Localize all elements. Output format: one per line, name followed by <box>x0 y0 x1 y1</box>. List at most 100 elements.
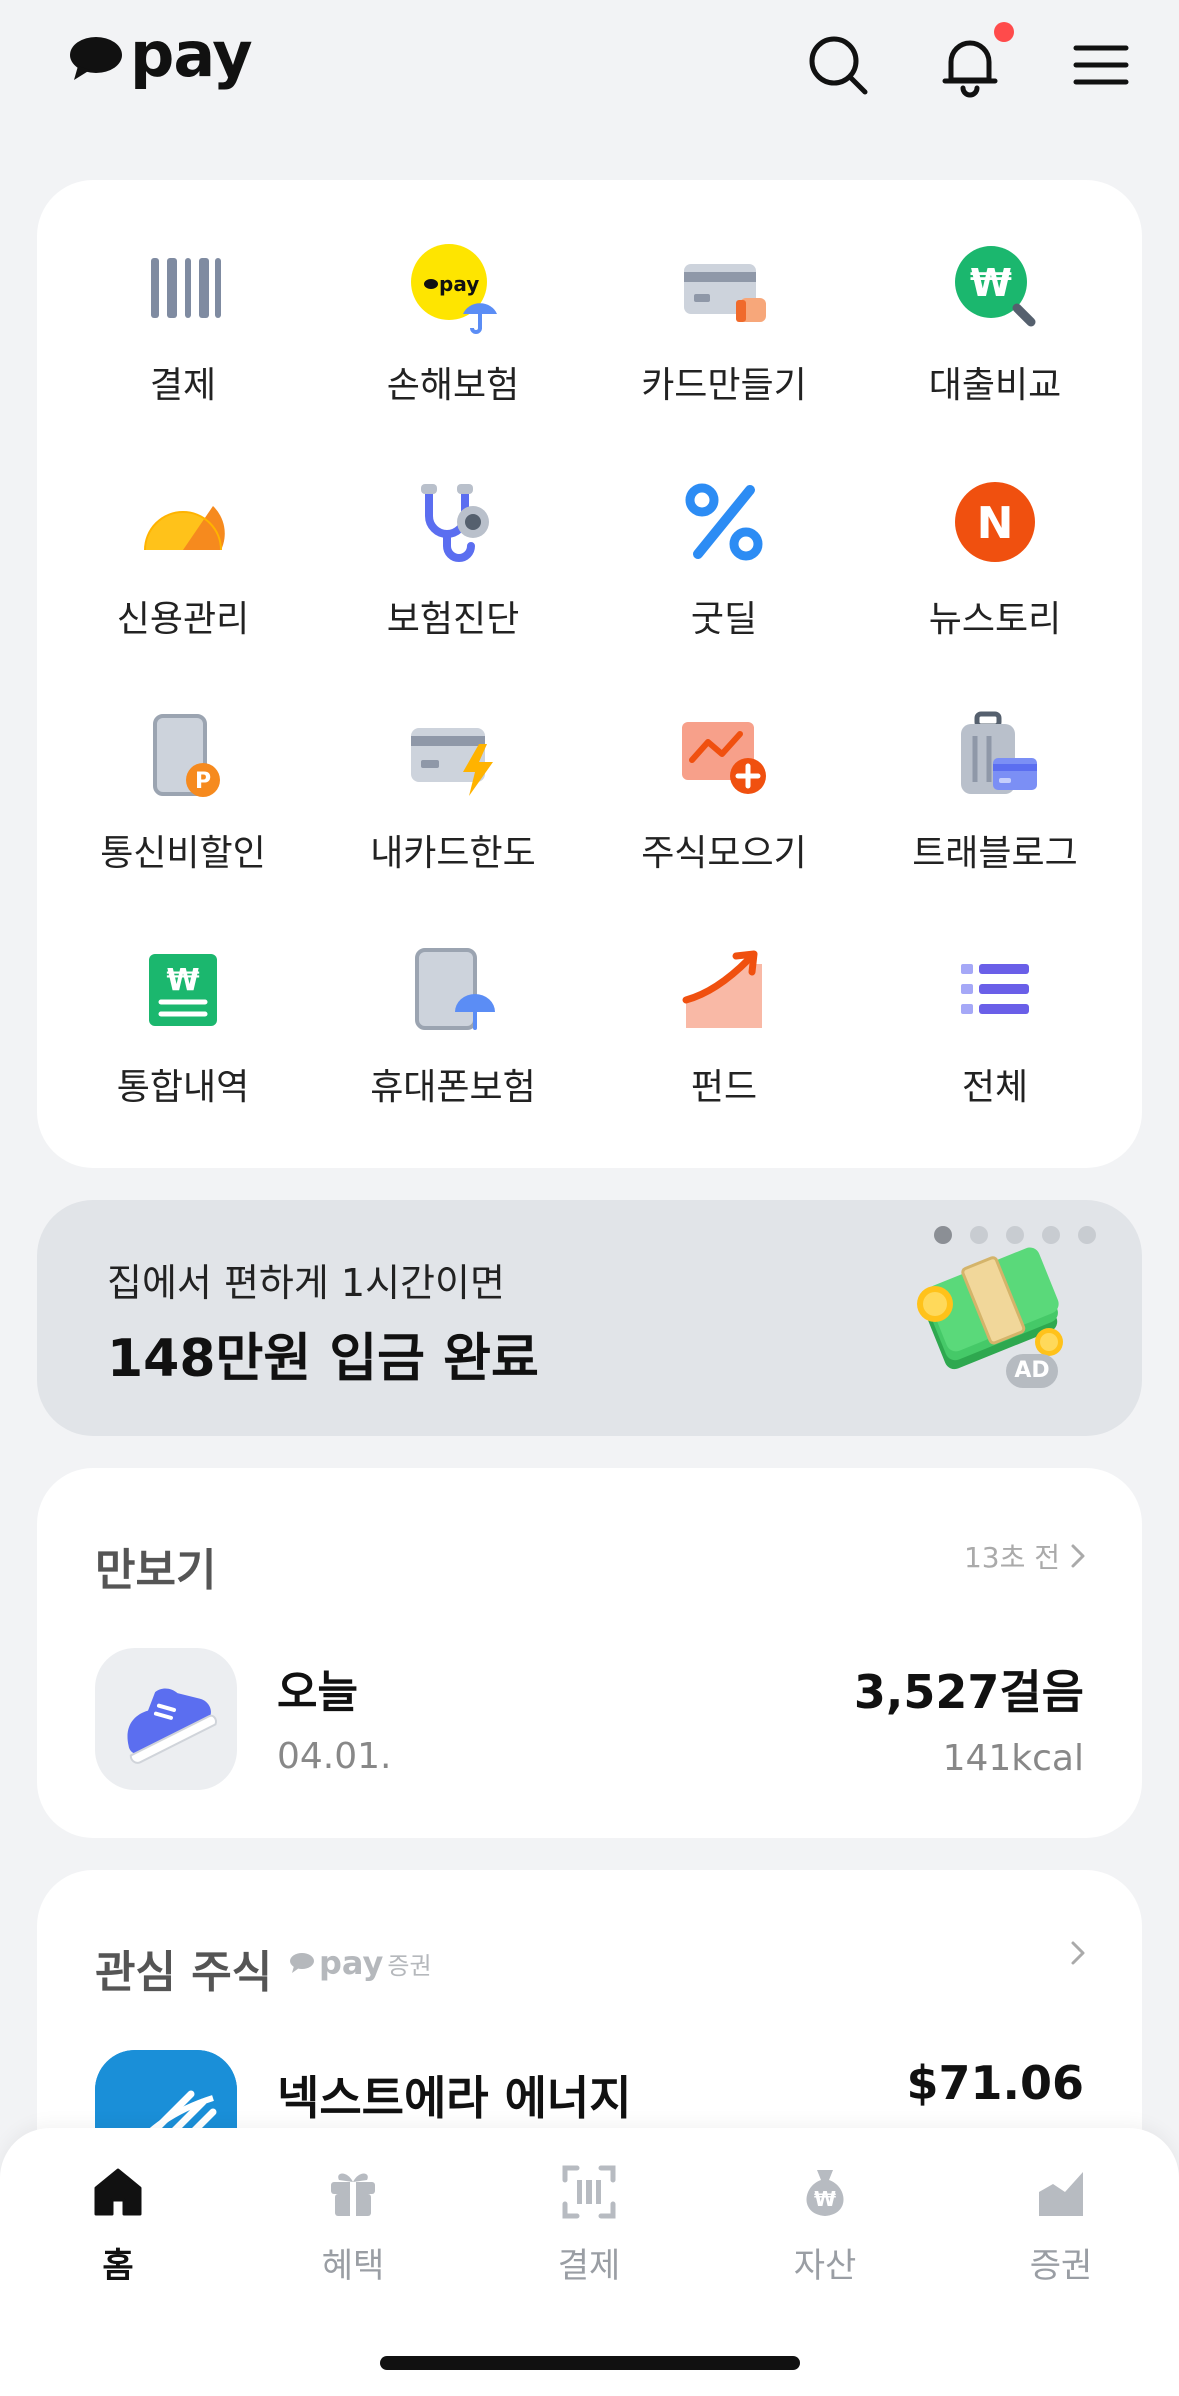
menu-label: 전체 <box>961 1067 1029 1108</box>
news-icon: N <box>955 482 1035 562</box>
app-header: pay <box>0 0 1179 140</box>
percent-icon <box>685 483 763 561</box>
menu-item-card-limit[interactable]: 내카드한도 <box>318 710 588 910</box>
card-create-icon <box>684 264 766 322</box>
svg-text:₩: ₩ <box>814 2187 836 2211</box>
menu-item-loan-compare[interactable]: ₩ 대출비교 <box>860 242 1130 442</box>
tab-label: 자산 <box>793 2246 857 2286</box>
chevron-right-icon <box>1071 1544 1085 1568</box>
service-grid: 결제 pay 손해보험 카드만들기 ₩ 대출비교 신용관리 보험진단 굿딜 N … <box>37 180 1142 1168</box>
svg-text:₩: ₩ <box>970 261 1012 305</box>
banner-title: 148만원 입금 완료 <box>107 1329 539 1389</box>
menu-item-credit[interactable]: 신용관리 <box>48 476 318 676</box>
menu-label: 주식모으기 <box>641 833 807 874</box>
stock-name: 넥스트에라 에너지 <box>277 2071 632 2125</box>
history-icon: ₩ <box>149 954 217 1026</box>
money-stack-icon <box>917 1247 1063 1372</box>
phone-insurance-icon <box>415 948 495 1030</box>
menu-item-insurance[interactable]: pay 손해보험 <box>318 242 588 442</box>
menu-label: 결제 <box>149 365 217 406</box>
logo-text: pay <box>130 18 253 91</box>
barcode-icon <box>151 258 221 318</box>
tab-assets[interactable]: ₩ 자산 <box>745 2162 905 2287</box>
pedometer-title: 만보기 <box>95 1545 217 1596</box>
bell-icon[interactable] <box>935 30 1005 100</box>
stock-price: $71.06 <box>906 2056 1084 2110</box>
menu-label: 신용관리 <box>116 599 250 640</box>
menu-item-payment[interactable]: 결제 <box>48 242 318 442</box>
menu-label: 대출비교 <box>928 365 1062 406</box>
tab-label: 홈 <box>102 2246 134 2286</box>
kakao-bubble-icon <box>290 1953 314 1973</box>
menu-item-good-deal[interactable]: 굿딜 <box>589 476 859 676</box>
svg-text:P: P <box>195 769 211 794</box>
menu-item-insurance-check[interactable]: 보험진단 <box>318 476 588 676</box>
menu-label: 내카드한도 <box>370 833 536 874</box>
menu-label: 통신비할인 <box>100 833 266 874</box>
menu-item-news[interactable]: N 뉴스토리 <box>860 476 1130 676</box>
calories: 141kcal <box>942 1738 1084 1779</box>
list-icon <box>961 964 1029 1014</box>
tab-payment[interactable]: 결제 <box>509 2162 669 2287</box>
menu-item-travel-log[interactable]: 트래블로그 <box>860 710 1130 910</box>
menu-label: 통합내역 <box>116 1067 250 1108</box>
menu-label: 뉴스토리 <box>928 599 1062 640</box>
menu-item-phone-discount[interactable]: P 통신비할인 <box>48 710 318 910</box>
brand-suffix: 증권 <box>387 1951 432 1980</box>
banner-subtitle: 집에서 편하게 1시간이면 <box>107 1261 505 1305</box>
menu-label: 펀드 <box>690 1067 758 1108</box>
hamburger-menu-icon[interactable] <box>1066 30 1136 100</box>
pedometer-day: 오늘 <box>277 1667 358 1718</box>
menu-item-phone-insurance[interactable]: 휴대폰보험 <box>318 944 588 1144</box>
fund-icon <box>682 950 762 1028</box>
home-indicator <box>380 2356 800 2370</box>
menu-item-card-create[interactable]: 카드만들기 <box>589 242 859 442</box>
card-limit-icon <box>411 728 493 796</box>
menu-item-all[interactable]: 전체 <box>860 944 1130 1144</box>
pay-logo[interactable]: pay <box>68 18 253 91</box>
sneaker-avatar <box>95 1648 237 1790</box>
menu-label: 굿딜 <box>690 599 758 640</box>
service-menu-card: 결제 pay 손해보험 카드만들기 ₩ 대출비교 신용관리 보험진단 굿딜 N … <box>37 180 1142 1168</box>
notification-dot <box>994 22 1014 42</box>
phone-discount-icon: P <box>153 714 220 797</box>
menu-item-fund[interactable]: 펀드 <box>589 944 859 1144</box>
travel-icon <box>961 711 1037 794</box>
menu-item-history[interactable]: ₩ 통합내역 <box>48 944 318 1144</box>
svg-text:N: N <box>977 498 1014 549</box>
stock-collect-icon <box>682 722 766 794</box>
menu-label: 보험진단 <box>386 599 520 640</box>
tab-label: 결제 <box>557 2246 621 2286</box>
search-icon[interactable] <box>803 30 873 100</box>
scan-pay-icon <box>562 2165 616 2219</box>
chevron-right-icon[interactable] <box>1070 1940 1086 1966</box>
tab-home[interactable]: 홈 <box>38 2162 198 2287</box>
tab-securities[interactable]: 증권 <box>981 2162 1141 2287</box>
pedometer-card[interactable]: 만보기 13초 전 오늘 04.01. 3,527걸음 141kcal <box>37 1468 1142 1838</box>
watchlist-title: 관심 주식 <box>95 1947 273 1998</box>
menu-label: 휴대폰보험 <box>370 1067 536 1108</box>
ad-banner[interactable]: 집에서 편하게 1시간이면 148만원 입금 완료 AD <box>37 1200 1142 1436</box>
menu-label: 카드만들기 <box>641 365 807 406</box>
money-bag-icon: ₩ <box>806 2170 844 2216</box>
step-count: 3,527걸음 <box>853 1665 1084 1719</box>
gift-icon <box>331 2173 375 2216</box>
pay-securities-brand: pay 증권 <box>289 1944 432 1982</box>
menu-item-stock-collect[interactable]: 주식모으기 <box>589 710 859 910</box>
menu-label: 트래블로그 <box>912 833 1078 874</box>
stock-chart-icon <box>1039 2172 1083 2216</box>
pay-insurance-icon: pay <box>411 244 497 334</box>
svg-text:pay: pay <box>439 272 479 296</box>
loan-compare-icon: ₩ <box>955 246 1036 327</box>
svg-text:₩: ₩ <box>166 963 199 998</box>
kakao-bubble-icon <box>70 37 122 80</box>
updated-time: 13초 전 <box>963 1541 1060 1574</box>
pedometer-updated[interactable]: 13초 전 <box>964 1536 1086 1576</box>
tab-benefits[interactable]: 혜택 <box>273 2162 433 2287</box>
tab-label: 증권 <box>1029 2246 1093 2286</box>
ad-badge: AD <box>1006 1354 1058 1388</box>
brand-text: pay <box>319 1944 384 1982</box>
tab-label: 혜택 <box>321 2246 385 2286</box>
pedometer-date: 04.01. <box>277 1736 392 1777</box>
sneaker-icon <box>127 1688 217 1764</box>
